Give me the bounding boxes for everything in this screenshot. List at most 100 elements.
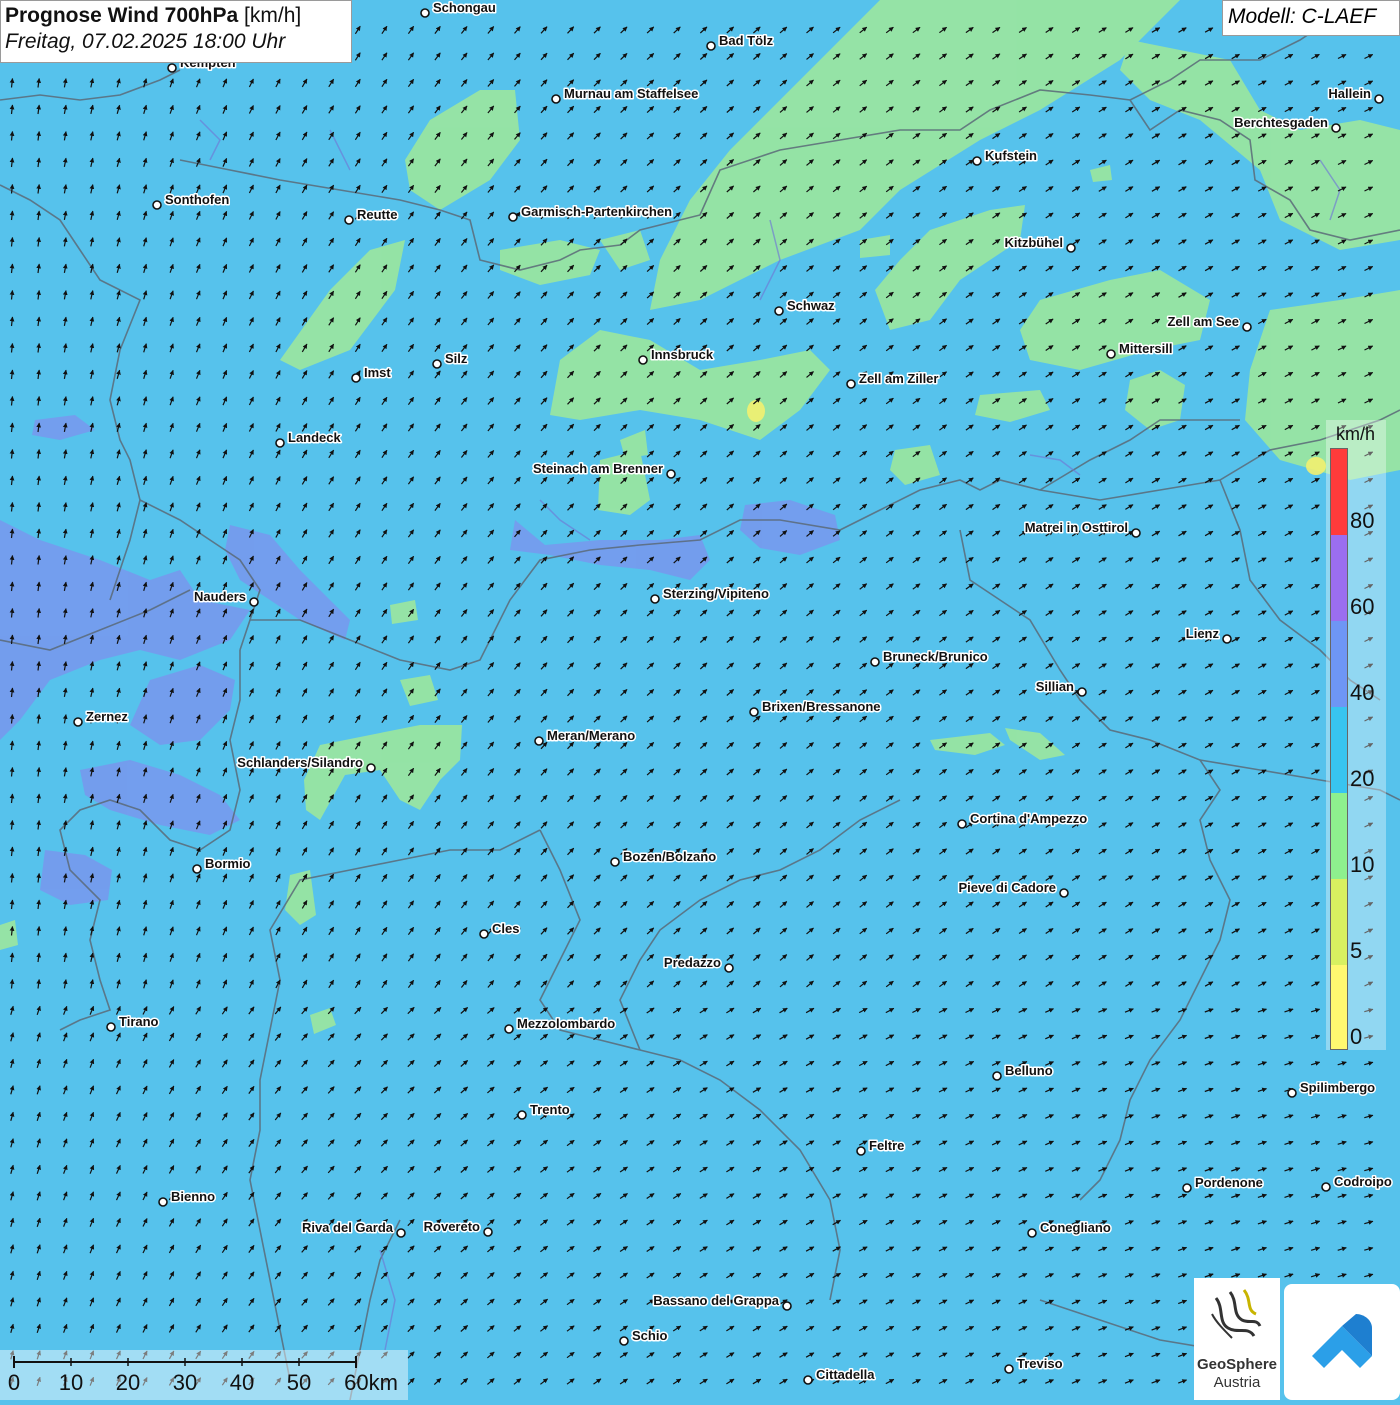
city-dot <box>724 963 734 973</box>
scale-bar-ruler <box>13 1356 357 1368</box>
city-dot <box>366 763 376 773</box>
city-dot <box>1059 888 1069 898</box>
city-dot <box>106 1022 116 1032</box>
city-dot <box>504 1024 514 1034</box>
city-label: Sonthofen <box>165 192 229 207</box>
city-dot <box>666 469 676 479</box>
city-label: Cles <box>492 921 519 936</box>
scale-label-50: 50 <box>286 1370 312 1395</box>
city-dot <box>706 41 716 51</box>
city-dot <box>73 717 83 727</box>
city-label: Cortina d'Ampezzo <box>970 811 1087 826</box>
city-label: Kufstein <box>985 148 1037 163</box>
city-dot <box>1321 1182 1331 1192</box>
city-label: Meran/Merano <box>547 728 635 743</box>
city-label: Feltre <box>869 1138 904 1153</box>
city-dot <box>774 306 784 316</box>
city-dot <box>870 657 880 667</box>
city-dot <box>517 1110 527 1120</box>
city-label: Riva del Garda <box>302 1220 394 1235</box>
city-label: Trento <box>530 1102 570 1117</box>
city-dot <box>803 1375 813 1385</box>
city-dot <box>551 94 561 104</box>
city-marker: Schongau <box>420 0 497 18</box>
city-label: Kitzbühel <box>1005 235 1064 250</box>
city-dot <box>1287 1088 1297 1098</box>
city-marker: Sterzing/Vipiteno <box>650 585 770 604</box>
city-label: Hallein <box>1328 86 1371 101</box>
city-label: Bienno <box>171 1189 215 1204</box>
city-dot <box>534 736 544 746</box>
city-dot <box>351 373 361 383</box>
city-marker: Pieve di Cadore <box>957 879 1069 898</box>
city-label: Berchtesgaden <box>1234 115 1328 130</box>
city-dot <box>610 857 620 867</box>
city-dot <box>856 1146 866 1156</box>
city-label: Sterzing/Vipiteno <box>663 586 769 601</box>
legend-unit: km/h <box>1336 424 1376 444</box>
city-dot <box>158 1197 168 1207</box>
city-marker: Sonthofen <box>152 191 231 210</box>
city-marker: Bozen/Bolzano <box>610 848 718 867</box>
geosphere-logo: GeoSphere Austria <box>1194 1278 1280 1400</box>
city-dot <box>152 200 162 210</box>
legend-bar <box>1330 448 1348 1050</box>
city-dot <box>396 1228 406 1238</box>
city-marker: Garmisch-Partenkirchen <box>508 203 674 222</box>
city-marker: Meran/Merano <box>534 727 637 746</box>
city-dot <box>782 1301 792 1311</box>
logo-line2: Austria <box>1213 1374 1261 1391</box>
legend-label-5: 5 <box>1350 938 1363 963</box>
city-label: Reutte <box>357 207 397 222</box>
city-dot <box>1027 1228 1037 1238</box>
city-label: Predazzo <box>664 955 721 970</box>
map-title-unit: [km/h] <box>244 4 302 27</box>
city-dot <box>1106 349 1116 359</box>
city-label: Rovereto <box>424 1219 480 1234</box>
city-label: Zell am See <box>1167 314 1239 329</box>
forecast-datetime: Freitag, 07.02.2025 18:00 Uhr <box>5 30 286 53</box>
legend-label-60: 60 <box>1350 594 1375 619</box>
legend-swatch-40 <box>1331 621 1347 707</box>
city-dot <box>1077 687 1087 697</box>
city-label: Sillian <box>1036 679 1074 694</box>
city-dot <box>846 379 856 389</box>
city-marker: Zell am See <box>1166 313 1252 332</box>
city-dot <box>167 63 177 73</box>
city-label: Mezzolombardo <box>517 1016 615 1031</box>
scale-label-20: 20 <box>115 1370 141 1395</box>
city-marker: Spilimbergo <box>1287 1079 1377 1098</box>
city-label: Pordenone <box>1195 1175 1263 1190</box>
city-dot <box>275 438 285 448</box>
city-marker: Bassano del Grappa <box>652 1292 792 1311</box>
city-label: Conegliano <box>1040 1220 1111 1235</box>
city-dot <box>957 819 967 829</box>
scale-label-30: 30 <box>172 1370 198 1395</box>
city-label: Tirano <box>119 1014 159 1029</box>
city-dot <box>483 1227 493 1237</box>
title-box: Prognose Wind 700hPa [km/h] Freitag, 07.… <box>0 0 352 63</box>
city-label: Pieve di Cadore <box>958 880 1056 895</box>
city-dot <box>432 359 442 369</box>
legend-swatch-5 <box>1331 879 1347 965</box>
city-marker: Matrei in Osttirol <box>1023 519 1141 538</box>
city-label: Schio <box>632 1328 667 1343</box>
city-dot <box>508 212 518 222</box>
city-marker: Pordenone <box>1182 1174 1264 1193</box>
city-dot <box>192 864 202 874</box>
city-label: Bozen/Bolzano <box>623 849 716 864</box>
city-dot <box>638 355 648 365</box>
legend-swatch-80 <box>1331 449 1347 535</box>
city-label: Cittadella <box>816 1367 875 1382</box>
legend-swatch-20 <box>1331 707 1347 793</box>
city-label: Nauders <box>194 589 246 604</box>
city-dot <box>1182 1183 1192 1193</box>
city-marker: Bruneck/Brunico <box>870 648 989 667</box>
city-label: Lienz <box>1186 626 1220 641</box>
city-marker: Conegliano <box>1027 1219 1112 1238</box>
city-label: Schongau <box>433 0 496 15</box>
city-dot <box>479 929 489 939</box>
map-title: Prognose Wind 700hPa [km/h] <box>5 4 347 28</box>
legend-label-80: 80 <box>1350 508 1375 533</box>
city-label: Schwaz <box>787 298 835 313</box>
